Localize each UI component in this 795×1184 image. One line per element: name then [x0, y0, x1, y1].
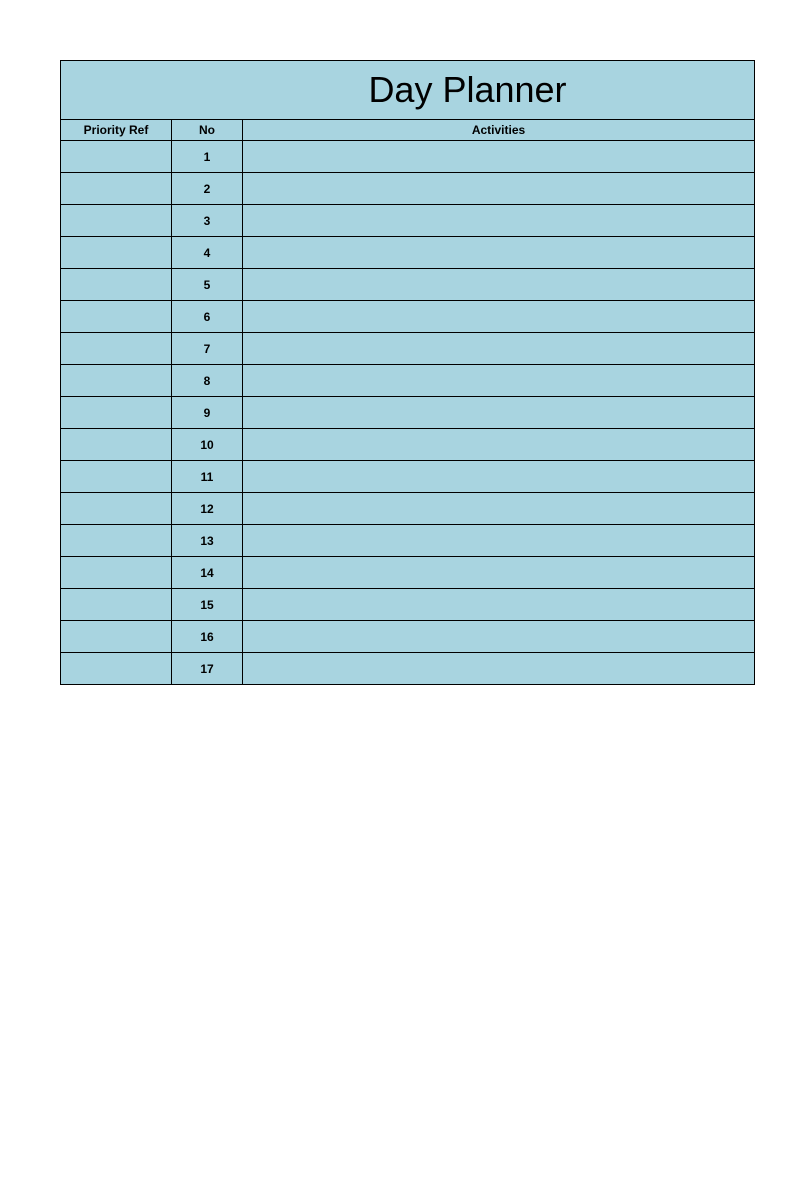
- no-cell: 4: [172, 237, 243, 268]
- header-activities: Activities: [243, 120, 754, 140]
- no-cell: 12: [172, 493, 243, 524]
- activities-cell[interactable]: [243, 397, 754, 428]
- no-cell: 5: [172, 269, 243, 300]
- no-cell: 2: [172, 173, 243, 204]
- header-no: No: [172, 120, 243, 140]
- table-row: 14: [61, 557, 754, 589]
- priority-cell[interactable]: [61, 589, 172, 620]
- priority-cell[interactable]: [61, 461, 172, 492]
- table-row: 11: [61, 461, 754, 493]
- no-cell: 1: [172, 141, 243, 172]
- table-row: 16: [61, 621, 754, 653]
- table-row: 10: [61, 429, 754, 461]
- no-cell: 7: [172, 333, 243, 364]
- table-row: 4: [61, 237, 754, 269]
- table-row: 2: [61, 173, 754, 205]
- activities-cell[interactable]: [243, 365, 754, 396]
- activities-cell[interactable]: [243, 301, 754, 332]
- no-cell: 9: [172, 397, 243, 428]
- activities-cell[interactable]: [243, 525, 754, 556]
- priority-cell[interactable]: [61, 397, 172, 428]
- priority-cell[interactable]: [61, 493, 172, 524]
- activities-cell[interactable]: [243, 173, 754, 204]
- activities-cell[interactable]: [243, 141, 754, 172]
- activities-cell[interactable]: [243, 557, 754, 588]
- no-cell: 15: [172, 589, 243, 620]
- no-cell: 8: [172, 365, 243, 396]
- priority-cell[interactable]: [61, 173, 172, 204]
- priority-cell[interactable]: [61, 205, 172, 236]
- table-row: 3: [61, 205, 754, 237]
- priority-cell[interactable]: [61, 429, 172, 460]
- no-cell: 16: [172, 621, 243, 652]
- day-planner-table: Day Planner Priority Ref No Activities 1…: [60, 60, 755, 685]
- activities-cell[interactable]: [243, 333, 754, 364]
- rows-container: 1234567891011121314151617: [61, 141, 754, 685]
- priority-cell[interactable]: [61, 525, 172, 556]
- planner-title: Day Planner: [248, 69, 566, 111]
- activities-cell[interactable]: [243, 589, 754, 620]
- priority-cell[interactable]: [61, 557, 172, 588]
- priority-cell[interactable]: [61, 653, 172, 684]
- header-row: Priority Ref No Activities: [61, 120, 754, 141]
- table-row: 5: [61, 269, 754, 301]
- activities-cell[interactable]: [243, 653, 754, 684]
- table-row: 15: [61, 589, 754, 621]
- table-row: 17: [61, 653, 754, 685]
- table-row: 1: [61, 141, 754, 173]
- priority-cell[interactable]: [61, 237, 172, 268]
- no-cell: 14: [172, 557, 243, 588]
- no-cell: 10: [172, 429, 243, 460]
- activities-cell[interactable]: [243, 461, 754, 492]
- priority-cell[interactable]: [61, 141, 172, 172]
- priority-cell[interactable]: [61, 301, 172, 332]
- table-row: 8: [61, 365, 754, 397]
- activities-cell[interactable]: [243, 205, 754, 236]
- activities-cell[interactable]: [243, 621, 754, 652]
- no-cell: 11: [172, 461, 243, 492]
- title-row: Day Planner: [61, 61, 754, 120]
- table-row: 13: [61, 525, 754, 557]
- header-priority-ref: Priority Ref: [61, 120, 172, 140]
- priority-cell[interactable]: [61, 621, 172, 652]
- priority-cell[interactable]: [61, 365, 172, 396]
- table-row: 7: [61, 333, 754, 365]
- priority-cell[interactable]: [61, 269, 172, 300]
- activities-cell[interactable]: [243, 429, 754, 460]
- no-cell: 6: [172, 301, 243, 332]
- no-cell: 13: [172, 525, 243, 556]
- no-cell: 17: [172, 653, 243, 684]
- table-row: 12: [61, 493, 754, 525]
- activities-cell[interactable]: [243, 269, 754, 300]
- activities-cell[interactable]: [243, 493, 754, 524]
- no-cell: 3: [172, 205, 243, 236]
- table-row: 6: [61, 301, 754, 333]
- activities-cell[interactable]: [243, 237, 754, 268]
- table-row: 9: [61, 397, 754, 429]
- priority-cell[interactable]: [61, 333, 172, 364]
